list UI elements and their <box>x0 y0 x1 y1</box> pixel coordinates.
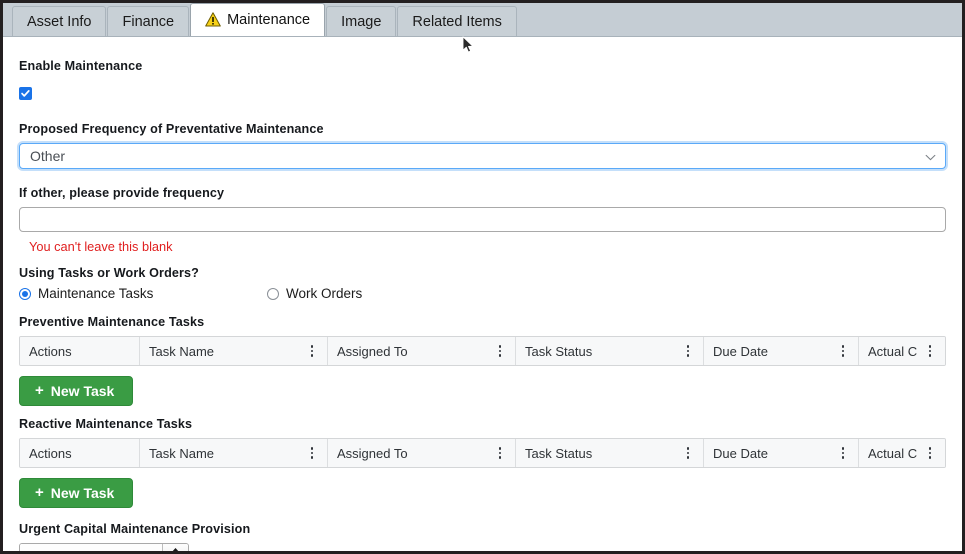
tab-finance[interactable]: Finance <box>107 6 190 36</box>
other-frequency-error: You can't leave this blank <box>29 239 173 254</box>
radio-work-orders[interactable]: Work Orders <box>267 286 362 301</box>
column-header-actions[interactable]: Actions <box>20 439 140 467</box>
tab-bar: Asset Info Finance Maintenance Image Rel… <box>3 3 962 37</box>
column-header-label: Due Date <box>713 343 768 359</box>
proposed-frequency-group: Proposed Frequency of Preventative Maint… <box>19 122 946 169</box>
urgent-capital-group: Urgent Capital Maintenance Provision <box>19 522 946 551</box>
enable-maintenance-label: Enable Maintenance <box>19 59 143 73</box>
column-header-actual-cost[interactable]: Actual C... <box>859 337 945 365</box>
tab-maintenance[interactable]: Maintenance <box>190 3 326 36</box>
stepper-buttons <box>162 544 188 551</box>
column-header-actions[interactable]: Actions <box>20 337 140 365</box>
radio-label: Work Orders <box>286 286 363 301</box>
urgent-capital-stepper[interactable] <box>19 543 189 551</box>
radio-indicator <box>267 287 279 300</box>
stepper-up-button[interactable] <box>163 544 188 551</box>
column-header-label: Assigned To <box>337 343 408 359</box>
column-header-label: Actions <box>29 343 72 359</box>
enable-maintenance-checkbox[interactable] <box>19 87 32 100</box>
column-menu-icon[interactable] <box>682 447 694 459</box>
enable-maintenance-group: Enable Maintenance <box>19 37 946 104</box>
column-header-task-name[interactable]: Task Name <box>140 337 328 365</box>
check-icon <box>21 90 30 97</box>
tab-label: Image <box>341 13 382 30</box>
tab-asset-info[interactable]: Asset Info <box>12 6 107 36</box>
proposed-frequency-label: Proposed Frequency of Preventative Maint… <box>19 122 324 136</box>
column-menu-icon[interactable] <box>494 447 506 459</box>
column-menu-icon[interactable] <box>306 345 318 357</box>
column-header-label: Assigned To <box>337 445 408 461</box>
column-menu-icon[interactable] <box>924 447 936 459</box>
column-menu-icon[interactable] <box>837 345 849 357</box>
preventive-new-task-button[interactable]: + New Task <box>19 376 134 406</box>
radio-indicator <box>19 287 31 300</box>
column-header-label: Due Date <box>713 445 768 461</box>
tab-label: Related Items <box>412 13 502 30</box>
tab-label: Asset Info <box>27 13 92 30</box>
arrow-up-icon <box>172 548 179 551</box>
tab-image[interactable]: Image <box>326 6 397 36</box>
column-menu-icon[interactable] <box>682 345 694 357</box>
reactive-maintenance-section: Reactive Maintenance Tasks Actions Task … <box>19 417 946 508</box>
proposed-frequency-select[interactable]: Other <box>19 143 946 169</box>
reactive-tasks-table: Actions Task Name Assigned To Task Statu… <box>19 438 946 468</box>
preventive-maintenance-section: Preventive Maintenance Tasks Actions Tas… <box>19 315 946 406</box>
maintenance-form-window: Asset Info Finance Maintenance Image Rel… <box>0 0 965 554</box>
column-header-task-name[interactable]: Task Name <box>140 439 328 467</box>
reactive-table-heading: Reactive Maintenance Tasks <box>19 417 193 431</box>
column-header-due-date[interactable]: Due Date <box>704 337 859 365</box>
plus-icon: + <box>35 382 44 399</box>
column-header-label: Actual C... <box>868 445 918 461</box>
other-frequency-group: If other, please provide frequency You c… <box>19 186 946 254</box>
column-header-task-status[interactable]: Task Status <box>516 439 704 467</box>
reactive-new-task-button[interactable]: + New Task <box>19 478 134 508</box>
chevron-down-icon <box>925 148 936 164</box>
urgent-capital-input[interactable] <box>20 544 162 551</box>
tab-label: Maintenance <box>227 12 311 28</box>
column-header-assigned-to[interactable]: Assigned To <box>328 439 516 467</box>
proposed-frequency-value: Other <box>30 148 66 164</box>
tasks-or-work-orders-group: Using Tasks or Work Orders? Maintenance … <box>19 266 946 301</box>
urgent-capital-label: Urgent Capital Maintenance Provision <box>19 522 251 536</box>
button-label: New Task <box>50 484 115 501</box>
tasks-or-work-orders-label: Using Tasks or Work Orders? <box>19 266 199 280</box>
column-header-due-date[interactable]: Due Date <box>704 439 859 467</box>
button-label: New Task <box>50 382 115 399</box>
plus-icon: + <box>35 484 44 501</box>
column-menu-icon[interactable] <box>837 447 849 459</box>
tab-related-items[interactable]: Related Items <box>397 6 517 36</box>
other-frequency-label: If other, please provide frequency <box>19 186 225 200</box>
warning-triangle-icon <box>205 11 221 27</box>
column-header-label: Task Status <box>525 445 593 461</box>
radio-label: Maintenance Tasks <box>38 286 154 301</box>
column-menu-icon[interactable] <box>494 345 506 357</box>
column-header-label: Task Name <box>149 343 215 359</box>
column-header-actual-cost[interactable]: Actual C... <box>859 439 945 467</box>
tab-label: Finance <box>122 13 175 30</box>
radio-maintenance-tasks[interactable]: Maintenance Tasks <box>19 286 267 301</box>
column-header-label: Task Status <box>525 343 593 359</box>
preventive-table-heading: Preventive Maintenance Tasks <box>19 315 205 329</box>
preventive-tasks-table: Actions Task Name Assigned To Task Statu… <box>19 336 946 366</box>
column-header-task-status[interactable]: Task Status <box>516 337 704 365</box>
column-header-label: Actions <box>29 445 72 461</box>
column-menu-icon[interactable] <box>924 345 936 357</box>
column-header-assigned-to[interactable]: Assigned To <box>328 337 516 365</box>
column-header-label: Task Name <box>149 445 215 461</box>
maintenance-form-content: Enable Maintenance Proposed Frequency of… <box>3 37 962 551</box>
other-frequency-input[interactable] <box>19 207 946 232</box>
column-header-label: Actual C... <box>868 343 918 359</box>
column-menu-icon[interactable] <box>306 447 318 459</box>
